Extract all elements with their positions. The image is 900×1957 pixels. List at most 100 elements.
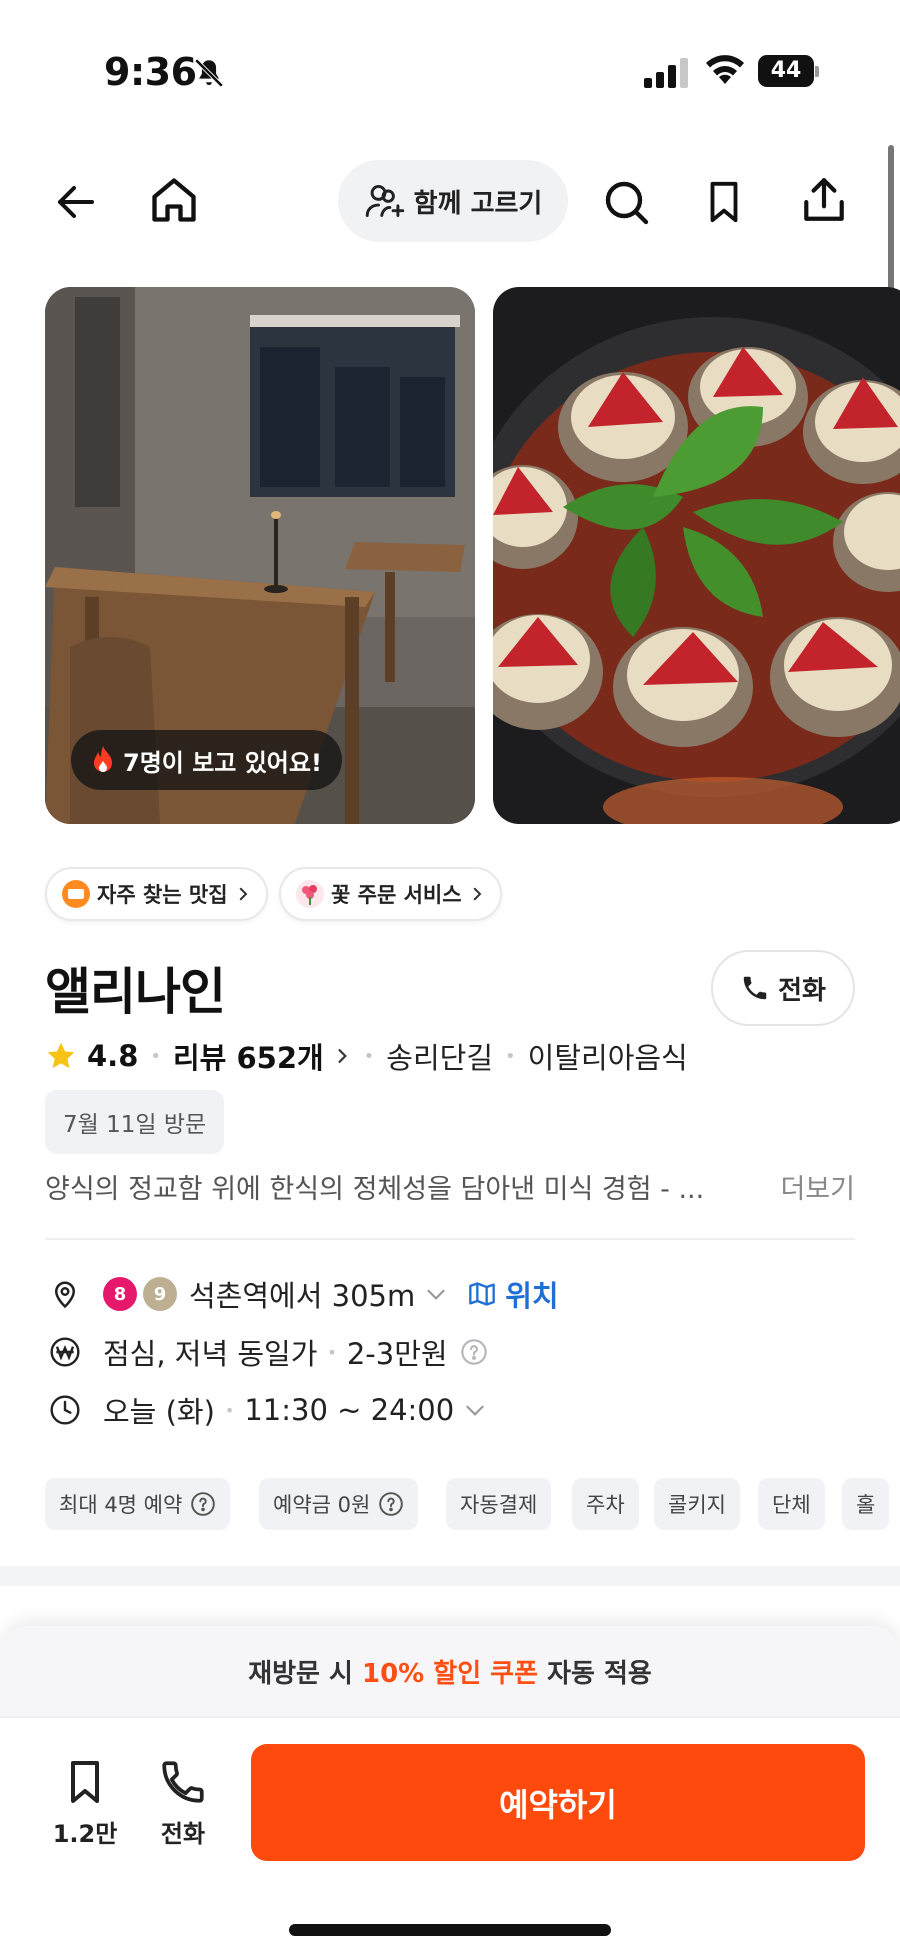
home-button[interactable] [144, 170, 204, 230]
restaurant-photo-interior[interactable]: 7명이 보고 있어요! [45, 287, 475, 824]
save-count: 1.2만 [52, 1820, 118, 1848]
section-divider [0, 1566, 900, 1586]
restaurant-name: 앨리나인 [45, 963, 226, 1021]
tag-label: 콜키지 [668, 1493, 726, 1517]
choose-together-label: 함께 고르기 [413, 188, 543, 219]
phone-icon [162, 1761, 204, 1803]
cellular-signal-icon [644, 58, 690, 92]
coupon-banner: 재방문 시 10% 할인 쿠폰 자동 적용 [0, 1626, 900, 1718]
won-icon [45, 1336, 85, 1368]
restaurant-photo-dish[interactable] [493, 287, 900, 824]
map-icon [469, 1282, 496, 1306]
location-pin-icon [45, 1277, 85, 1311]
bell-off-icon [192, 56, 226, 94]
coupon-suffix: 자동 적용 [538, 1658, 652, 1689]
bookmark-icon [710, 181, 738, 223]
home-indicator [289, 1924, 611, 1936]
parking-tag: 주차 [572, 1478, 639, 1530]
share-button[interactable] [794, 170, 854, 230]
wifi-icon [704, 54, 746, 90]
location-link-label: 위치 [505, 1279, 559, 1313]
star-icon [47, 1042, 75, 1069]
bottom-action-sheet: 재방문 시 10% 할인 쿠폰 자동 적용 1.2만 전화 예약하기 [0, 1626, 900, 1957]
area-name: 송리단길 [386, 1041, 494, 1075]
choose-together-button[interactable]: 함께 고르기 [338, 160, 568, 242]
price-row: 점심, 저녁 동일가 • 2-3만원 [45, 1330, 488, 1374]
auto-payment-tag: 자동결제 [446, 1478, 552, 1530]
tag-label: 최대 4명 예약 [59, 1493, 183, 1517]
divider [45, 1238, 855, 1240]
tag-label: 단체 [772, 1493, 811, 1517]
back-arrow-icon [58, 186, 94, 218]
rating-row: 4.8 • 리뷰 652개 • 송리단길 • 이탈리아음식 [45, 1036, 688, 1076]
viewers-text: 7명이 보고 있어요! [123, 748, 322, 777]
description-text: 양식의 정교함 위에 한식의 정체성을 담아낸 미식 경험 - ... [45, 1173, 705, 1205]
hours-time: 11:30 ~ 24:00 [244, 1393, 455, 1427]
group-tag: 단체 [758, 1478, 825, 1530]
tag-label: 예약금 0원 [273, 1493, 371, 1517]
viewers-badge: 7명이 보고 있어요! [71, 730, 342, 790]
back-button[interactable] [46, 172, 106, 232]
deposit-tag[interactable]: 예약금 0원 [259, 1478, 419, 1530]
battery-level: 44 [758, 55, 814, 87]
subway-line-9-badge: 9 [143, 1277, 177, 1311]
search-button[interactable] [596, 172, 656, 232]
chevron-right-icon [473, 887, 481, 901]
bookmark-button[interactable] [694, 172, 754, 232]
price-type: 점심, 저녁 동일가 [103, 1337, 318, 1371]
call-button[interactable]: 전화 [711, 950, 855, 1026]
hours-day: 오늘 (화) [103, 1395, 215, 1429]
sheet-call-label: 전화 [160, 1820, 206, 1848]
hours-row: 오늘 (화) • 11:30 ~ 24:00 [45, 1388, 488, 1432]
scroll-indicator [888, 145, 894, 305]
location-map-link[interactable]: 위치 [467, 1273, 559, 1315]
reviews-link[interactable]: 리뷰 652개 [173, 1035, 352, 1077]
flower-order-label: 꽃 주문 서비스 [331, 883, 462, 907]
frequent-restaurants-chip[interactable]: 자주 찾는 맛집 [45, 867, 268, 921]
help-icon[interactable] [460, 1338, 488, 1366]
share-icon [804, 178, 844, 221]
more-button[interactable]: 더보기 [780, 1167, 855, 1206]
sheet-call-button[interactable]: 전화 [143, 1756, 223, 1849]
add-friend-icon [365, 185, 404, 217]
battery-icon: 44 [758, 55, 820, 87]
tag-label: 자동결제 [460, 1493, 538, 1517]
rating-value: 4.8 [87, 1039, 139, 1073]
price-range: 2-3만원 [346, 1337, 448, 1371]
status-bar: 9:36 44 [0, 0, 900, 120]
flower-order-chip[interactable]: 꽃 주문 서비스 [279, 867, 502, 921]
tag-label: 주차 [586, 1493, 625, 1517]
ticket-icon [62, 880, 90, 908]
flower-icon [296, 880, 324, 908]
search-icon [605, 181, 649, 225]
help-icon [379, 1492, 404, 1516]
home-icon [152, 178, 196, 222]
clock-icon [45, 1394, 85, 1426]
tag-label: 홀 [856, 1493, 876, 1517]
distance-text: 석촌역에서 305m [189, 1279, 416, 1313]
frequent-restaurants-label: 자주 찾는 맛집 [97, 883, 228, 907]
chevron-down-icon[interactable] [462, 1397, 488, 1423]
save-button[interactable]: 1.2만 [45, 1756, 125, 1849]
bookmark-icon [71, 1761, 99, 1803]
call-label: 전화 [778, 975, 826, 1006]
chevron-down-icon[interactable] [423, 1281, 449, 1307]
status-time: 9:36 [104, 50, 197, 94]
coupon-highlight: 10% 할인 쿠폰 [361, 1658, 539, 1689]
help-icon [191, 1492, 216, 1516]
fire-icon [94, 746, 112, 772]
description: 양식의 정교함 위에 한식의 정체성을 담아낸 미식 경험 - ... 더보기 [45, 1166, 855, 1206]
hall-tag: 홀 [842, 1478, 890, 1530]
location-row: 8 9 석촌역에서 305m 위치 [45, 1272, 559, 1316]
visit-date-tag: 7월 11일 방문 [45, 1090, 225, 1154]
corkage-tag: 콜키지 [654, 1478, 740, 1530]
phone-icon [743, 976, 767, 1000]
chevron-right-icon [239, 887, 247, 901]
subway-line-8-badge: 8 [103, 1277, 137, 1311]
coupon-prefix: 재방문 시 [248, 1658, 362, 1689]
chevron-right-icon [338, 1049, 347, 1063]
max-party-tag[interactable]: 최대 4명 예약 [45, 1478, 231, 1530]
cuisine-category: 이탈리아음식 [527, 1041, 688, 1075]
reserve-button[interactable]: 예약하기 [251, 1744, 865, 1861]
review-count: 리뷰 652개 [173, 1041, 324, 1075]
